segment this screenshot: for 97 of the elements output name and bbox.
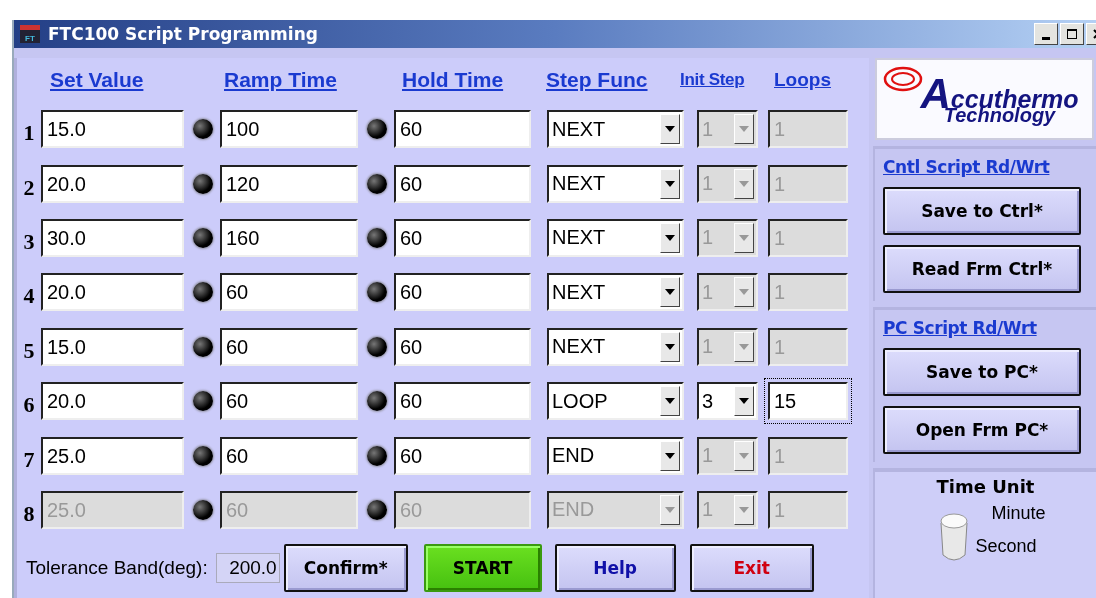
step-number: 4 (22, 282, 36, 310)
column-header-link[interactable]: Hold Time (402, 68, 504, 92)
indicator-dot (367, 227, 387, 248)
step-func-dropdown[interactable]: NEXT (547, 218, 684, 257)
step-func-dropdown[interactable]: NEXT (547, 164, 684, 203)
caret-icon (738, 233, 750, 242)
indicator-dot (367, 499, 387, 520)
tolerance-field[interactable]: 200.0 (215, 553, 280, 584)
column-header-link[interactable]: Ramp Time (224, 68, 337, 92)
set-value-field[interactable]: 15.0 (41, 327, 184, 366)
ramp-time-field[interactable]: 100 (220, 110, 358, 149)
app-icon: FT (20, 25, 40, 43)
column-header-link[interactable]: Init Step (680, 70, 745, 90)
step-func-dropdown[interactable]: NEXT (547, 327, 684, 366)
step-func-dropdown[interactable]: END (547, 436, 684, 475)
step-number: 7 (22, 445, 36, 473)
step-func-dropdown[interactable]: NEXT (547, 273, 684, 312)
hold-time-field[interactable]: 60 (394, 110, 531, 149)
minimize-icon (1042, 36, 1050, 40)
column-header-link[interactable]: Step Func (546, 68, 648, 92)
caret-icon (738, 505, 750, 514)
step-number: 2 (22, 173, 36, 201)
set-value-field[interactable]: 30.0 (41, 218, 184, 257)
confirm-button[interactable]: Confirm* (283, 544, 408, 593)
indicator-dot (193, 499, 213, 520)
indicator-dot (193, 445, 213, 466)
caret-icon (738, 179, 750, 188)
time-unit-option[interactable]: Second (975, 536, 1046, 557)
caret-icon (664, 179, 676, 188)
caret-icon (664, 397, 676, 406)
help-button[interactable]: Help (554, 544, 676, 593)
hold-time-field[interactable]: 60 (394, 273, 531, 312)
loops-field[interactable]: 15 (764, 378, 852, 425)
exit-button[interactable]: Exit (689, 544, 814, 593)
step-func-dropdown[interactable]: LOOP (547, 382, 684, 421)
ramp-time-field[interactable]: 120 (220, 164, 358, 203)
ramp-time-field[interactable]: 160 (220, 218, 358, 257)
indicator-dot (367, 445, 387, 466)
set-value-field[interactable]: 25.0 (41, 436, 184, 475)
script-button[interactable]: Open Frm PC* (883, 406, 1081, 454)
caret-icon (664, 505, 676, 514)
maximize-icon (1067, 29, 1077, 39)
step-number: 5 (22, 336, 36, 364)
section-link[interactable]: PC Script Rd/Wrt (883, 318, 1090, 338)
caret-icon (738, 397, 750, 406)
column-header-link[interactable]: Set Value (50, 68, 144, 92)
ramp-time-field[interactable]: 60 (220, 327, 358, 366)
hold-time-field[interactable]: 60 (394, 382, 531, 421)
time-unit-title: Time Unit (936, 476, 1035, 497)
set-value-field[interactable]: 15.0 (41, 110, 184, 149)
indicator-dot (193, 173, 213, 194)
step-number: 8 (22, 499, 36, 527)
ramp-time-field[interactable]: 60 (220, 382, 358, 421)
caret-icon (664, 451, 676, 460)
caret-icon (664, 288, 676, 297)
ramp-time-field[interactable]: 60 (220, 436, 358, 475)
step-func-dropdown[interactable]: NEXT (547, 110, 684, 149)
indicator-dot (193, 227, 213, 248)
ramp-time-field[interactable]: 60 (220, 273, 358, 312)
init-step-dropdown[interactable]: 3 (697, 382, 758, 421)
script-button[interactable]: Save to Ctrl* (883, 187, 1081, 235)
maximize-button[interactable] (1060, 23, 1084, 45)
caret-icon (738, 288, 750, 297)
window-title: FTC100 Script Programming (48, 24, 319, 44)
set-value-field[interactable]: 20.0 (41, 164, 184, 203)
script-button[interactable]: Save to PC* (883, 348, 1081, 396)
indicator-dot (367, 119, 387, 140)
tolerance-label: Tolerance Band(deg): (26, 557, 208, 580)
hold-time-field[interactable]: 60 (394, 327, 531, 366)
column-header-link[interactable]: Loops (774, 69, 831, 91)
indicator-dot (367, 282, 387, 303)
indicator-dot (367, 173, 387, 194)
time-unit-option[interactable]: Minute (991, 503, 1046, 524)
hold-time-field[interactable]: 60 (394, 164, 531, 203)
caret-icon (738, 342, 750, 351)
hold-time-field[interactable]: 60 (394, 436, 531, 475)
indicator-dot (367, 391, 387, 412)
caret-icon (664, 342, 676, 351)
caret-icon (738, 125, 750, 134)
indicator-dot (193, 336, 213, 357)
indicator-dot (193, 282, 213, 303)
start-button[interactable]: START (423, 544, 542, 593)
minimize-button[interactable] (1034, 23, 1058, 45)
caret-icon (664, 125, 676, 134)
hold-time-field[interactable]: 60 (394, 218, 531, 257)
indicator-dot (193, 391, 213, 412)
section-link[interactable]: Cntl Script Rd/Wrt (883, 157, 1090, 177)
indicator-dot (193, 119, 213, 140)
indicator-dot (367, 336, 387, 357)
caret-icon (664, 233, 676, 242)
step-number: 3 (22, 227, 36, 255)
step-number: 6 (22, 391, 36, 419)
set-value-field[interactable]: 20.0 (41, 382, 184, 421)
caret-icon (738, 451, 750, 460)
step-number: 1 (22, 119, 36, 147)
script-button[interactable]: Read Frm Ctrl* (883, 245, 1081, 293)
set-value-field[interactable]: 20.0 (41, 273, 184, 312)
